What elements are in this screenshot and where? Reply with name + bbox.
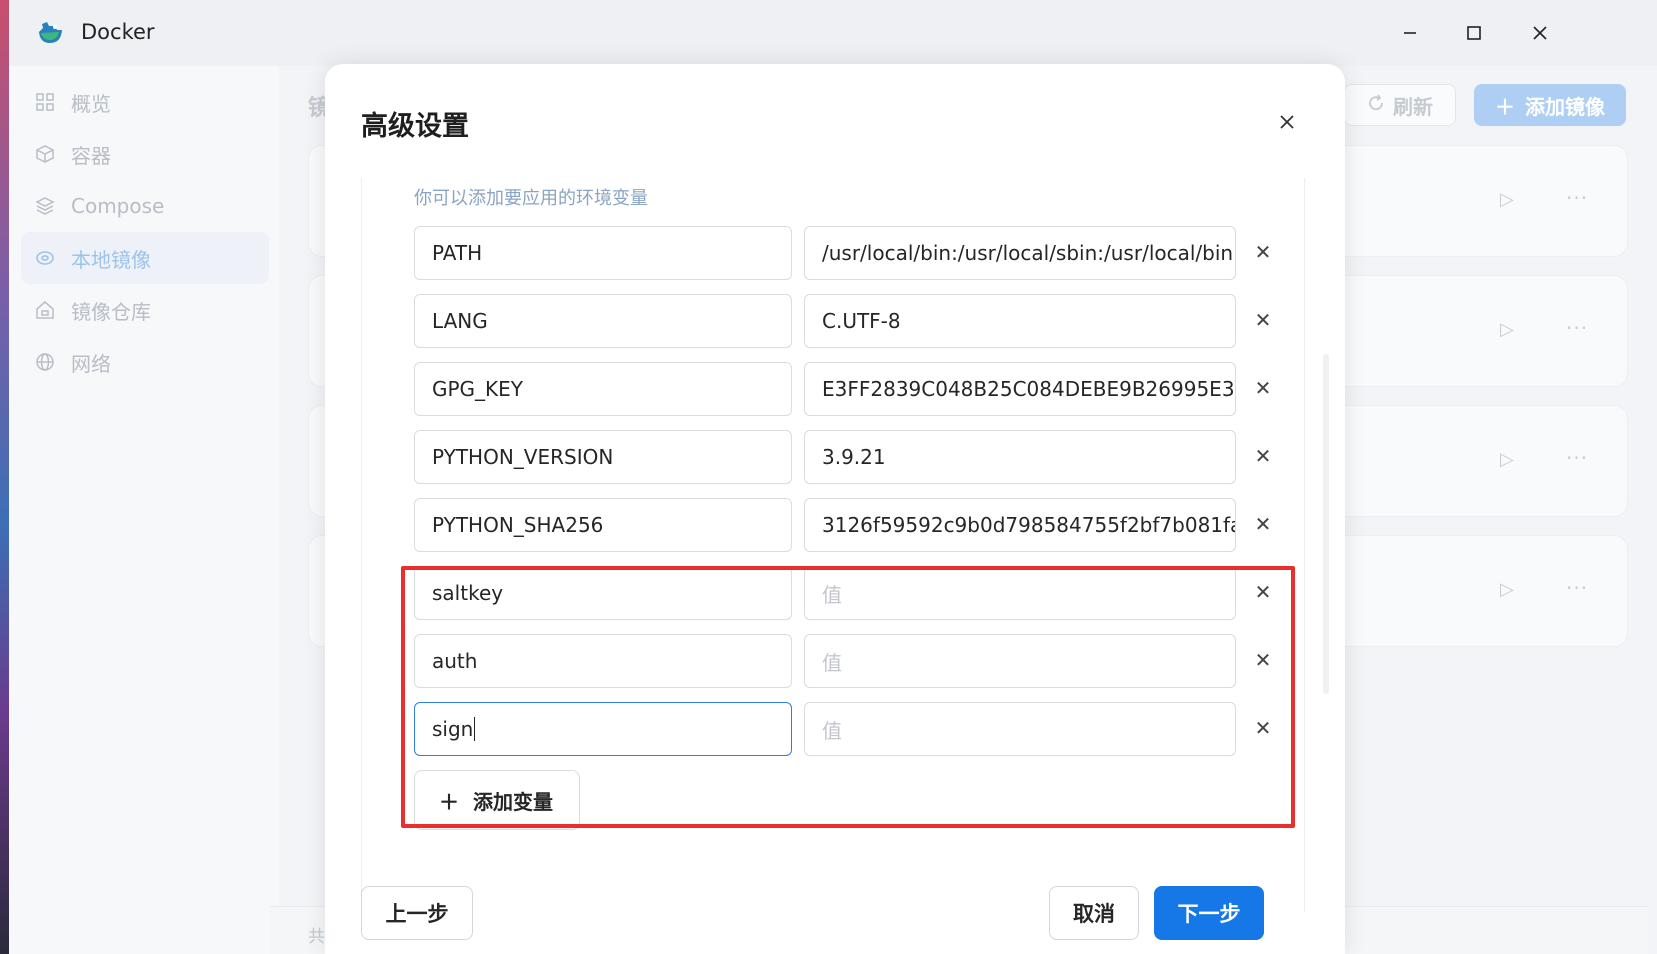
disk-icon bbox=[33, 246, 57, 270]
env-row: PYTHON_SHA256 3126f59592c9b0d798584755f2… bbox=[414, 498, 1274, 552]
sidebar-item-compose[interactable]: Compose bbox=[21, 180, 269, 232]
sidebar-item-registry[interactable]: 镜像仓库 bbox=[21, 284, 269, 336]
advanced-settings-dialog: 高级设置 你可以添加要应用的环境变量 PATH /usr/local/bin:/… bbox=[325, 64, 1345, 954]
env-value-input[interactable]: E3FF2839C048B25C084DEBE9B26995E3102 bbox=[804, 362, 1236, 416]
dialog-close-button[interactable] bbox=[1271, 106, 1303, 138]
refresh-button[interactable]: 刷新 bbox=[1344, 84, 1456, 126]
env-key-text: sign bbox=[432, 717, 474, 741]
env-key-input[interactable]: PYTHON_VERSION bbox=[414, 430, 792, 484]
more-icon[interactable]: ··· bbox=[1566, 576, 1588, 600]
add-variable-label: 添加变量 bbox=[473, 789, 553, 814]
env-row: GPG_KEY E3FF2839C048B25C084DEBE9B26995E3… bbox=[414, 362, 1274, 416]
env-value-input[interactable]: C.UTF-8 bbox=[804, 294, 1236, 348]
env-key-input[interactable]: PYTHON_SHA256 bbox=[414, 498, 792, 552]
remove-env-button[interactable]: ✕ bbox=[1250, 715, 1276, 741]
env-vars-scroll-area: 你可以添加要应用的环境变量 PATH /usr/local/bin:/usr/l… bbox=[361, 178, 1305, 912]
env-row: saltkey 值 ✕ bbox=[414, 566, 1274, 620]
remove-env-button[interactable]: ✕ bbox=[1250, 307, 1276, 333]
close-icon bbox=[1280, 115, 1294, 129]
home-icon bbox=[33, 298, 57, 322]
add-image-label: 添加镜像 bbox=[1525, 94, 1605, 119]
sidebar-item-label: 概览 bbox=[71, 91, 111, 116]
env-row: sign 值 ✕ bbox=[414, 702, 1274, 756]
play-icon[interactable]: ▷ bbox=[1500, 189, 1514, 210]
close-icon: ✕ bbox=[1254, 240, 1272, 264]
plus-icon: ＋ bbox=[439, 789, 459, 814]
env-row: PYTHON_VERSION 3.9.21 ✕ bbox=[414, 430, 1274, 484]
cancel-button[interactable]: 取消 bbox=[1049, 886, 1139, 940]
sidebar-item-local-images[interactable]: 本地镜像 bbox=[21, 232, 269, 284]
close-window-button[interactable] bbox=[1523, 16, 1557, 50]
env-value-input[interactable]: /usr/local/bin:/usr/local/sbin:/usr/loca… bbox=[804, 226, 1236, 280]
play-icon[interactable]: ▷ bbox=[1500, 449, 1514, 470]
sidebar-item-overview[interactable]: 概览 bbox=[21, 76, 269, 128]
sidebar-item-label: 网络 bbox=[71, 351, 111, 376]
env-key-input[interactable]: PATH bbox=[414, 226, 792, 280]
sidebar-item-containers[interactable]: 容器 bbox=[21, 128, 269, 180]
previous-step-button[interactable]: 上一步 bbox=[361, 886, 473, 940]
env-key-input-focused[interactable]: sign bbox=[414, 702, 792, 756]
env-key-input[interactable]: auth bbox=[414, 634, 792, 688]
app-title: Docker bbox=[81, 20, 155, 44]
globe-icon bbox=[33, 350, 57, 374]
play-icon[interactable]: ▷ bbox=[1500, 319, 1514, 340]
env-row: LANG C.UTF-8 ✕ bbox=[414, 294, 1274, 348]
sidebar: 概览 容器 Compose 本地镜像 镜像仓库 网络 bbox=[9, 66, 279, 954]
grid-icon bbox=[33, 90, 57, 114]
dialog-title: 高级设置 bbox=[361, 111, 469, 142]
sidebar-item-label: 本地镜像 bbox=[71, 247, 151, 272]
env-value-input[interactable]: 值 bbox=[804, 566, 1236, 620]
more-icon[interactable]: ··· bbox=[1566, 446, 1588, 470]
scrollbar[interactable] bbox=[1323, 354, 1329, 694]
close-icon: ✕ bbox=[1254, 444, 1272, 468]
maximize-button[interactable] bbox=[1457, 16, 1491, 50]
titlebar: Docker bbox=[9, 0, 1657, 66]
docker-logo-icon bbox=[35, 18, 65, 48]
sidebar-item-network[interactable]: 网络 bbox=[21, 336, 269, 388]
play-icon[interactable]: ▷ bbox=[1500, 579, 1514, 600]
remove-env-button[interactable]: ✕ bbox=[1250, 443, 1276, 469]
remove-env-button[interactable]: ✕ bbox=[1250, 511, 1276, 537]
env-hint-text: 你可以添加要应用的环境变量 bbox=[414, 188, 648, 209]
env-key-input[interactable]: LANG bbox=[414, 294, 792, 348]
refresh-label: 刷新 bbox=[1393, 94, 1433, 119]
add-variable-button[interactable]: ＋ 添加变量 bbox=[414, 770, 580, 830]
sidebar-item-label: 镜像仓库 bbox=[71, 299, 151, 324]
next-step-button[interactable]: 下一步 bbox=[1154, 886, 1264, 940]
remove-env-button[interactable]: ✕ bbox=[1250, 239, 1276, 265]
env-value-input[interactable]: 值 bbox=[804, 702, 1236, 756]
text-caret bbox=[474, 717, 476, 741]
desktop-background-strip bbox=[0, 0, 9, 954]
close-icon: ✕ bbox=[1254, 512, 1272, 536]
close-icon: ✕ bbox=[1254, 716, 1272, 740]
sidebar-item-label: 容器 bbox=[71, 143, 111, 168]
env-value-input[interactable]: 3126f59592c9b0d798584755f2bf7b081fa1 bbox=[804, 498, 1236, 552]
minimize-button[interactable] bbox=[1393, 16, 1427, 50]
remove-env-button[interactable]: ✕ bbox=[1250, 647, 1276, 673]
env-row: auth 值 ✕ bbox=[414, 634, 1274, 688]
more-icon[interactable]: ··· bbox=[1566, 316, 1588, 340]
env-key-input[interactable]: GPG_KEY bbox=[414, 362, 792, 416]
footer-count-fragment: 共 bbox=[308, 927, 325, 947]
env-key-input[interactable]: saltkey bbox=[414, 566, 792, 620]
env-row: PATH /usr/local/bin:/usr/local/sbin:/usr… bbox=[414, 226, 1274, 280]
layers-icon bbox=[33, 194, 57, 218]
remove-env-button[interactable]: ✕ bbox=[1250, 579, 1276, 605]
env-value-input[interactable]: 值 bbox=[804, 634, 1236, 688]
close-icon: ✕ bbox=[1254, 376, 1272, 400]
env-value-input[interactable]: 3.9.21 bbox=[804, 430, 1236, 484]
remove-env-button[interactable]: ✕ bbox=[1250, 375, 1276, 401]
sidebar-item-label: Compose bbox=[71, 194, 165, 218]
plus-icon: ＋ bbox=[1495, 94, 1515, 119]
close-icon: ✕ bbox=[1254, 648, 1272, 672]
more-icon[interactable]: ··· bbox=[1566, 186, 1588, 210]
cube-icon bbox=[33, 142, 57, 166]
add-image-button[interactable]: ＋ 添加镜像 bbox=[1474, 84, 1626, 126]
refresh-icon bbox=[1367, 93, 1385, 117]
close-icon: ✕ bbox=[1254, 580, 1272, 604]
close-icon: ✕ bbox=[1254, 308, 1272, 332]
